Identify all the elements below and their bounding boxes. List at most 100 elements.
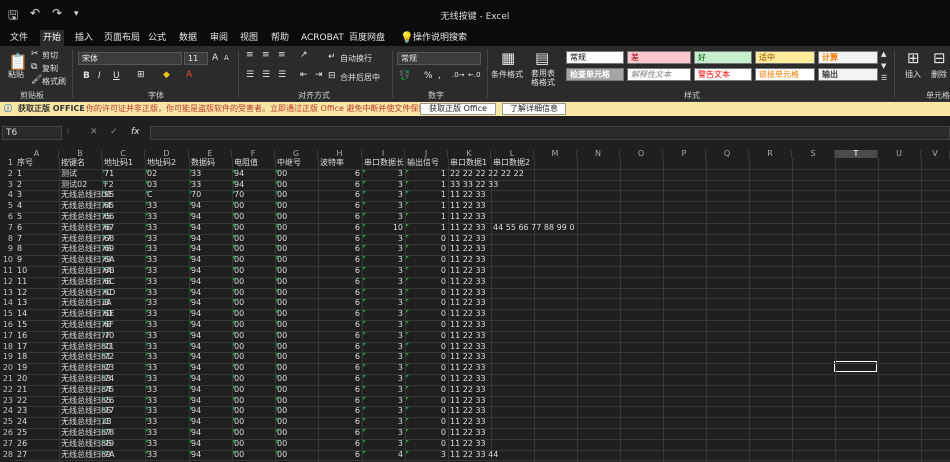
cell-K27[interactable]: 11 22 33 — [450, 439, 486, 450]
cell-J22[interactable]: 0 — [407, 385, 446, 396]
cell-J1[interactable]: 输出信号 — [407, 158, 439, 169]
cell-K12[interactable]: 11 22 33 — [450, 277, 486, 288]
enter-entry-icon[interactable]: ✓ — [110, 127, 118, 137]
style-neutral[interactable]: 适中 — [755, 51, 815, 64]
row-header-15[interactable]: 15 — [0, 309, 14, 320]
tab-home[interactable]: 开始 — [40, 30, 65, 46]
cell-H10[interactable]: 6 — [320, 255, 360, 266]
column-header-A[interactable]: A — [15, 150, 59, 158]
align-bottom-icon[interactable]: ≡ — [278, 50, 286, 60]
row-header-7[interactable]: 7 — [0, 223, 14, 234]
conditional-format-button[interactable]: 条件格式 — [491, 69, 523, 80]
cell-H13[interactable]: 6 — [320, 288, 360, 299]
cell-K20[interactable]: 11 22 33 — [450, 363, 486, 374]
cell-I8[interactable]: 3 — [364, 234, 403, 245]
cell-A10[interactable]: 9 — [17, 255, 22, 266]
cell-A6[interactable]: 5 — [17, 212, 22, 223]
percent-icon[interactable]: % — [424, 71, 433, 81]
currency-icon[interactable]: 💱 — [399, 71, 410, 81]
name-box[interactable]: T6 — [2, 126, 62, 140]
row-header-4[interactable]: 4 — [0, 190, 14, 201]
cell-H19[interactable]: 6 — [320, 352, 360, 363]
row-header-2[interactable]: 2 — [0, 169, 14, 180]
cell-J5[interactable]: 1 — [407, 201, 446, 212]
cell-A16[interactable]: 15 — [17, 320, 27, 331]
cell-I2[interactable]: 3 — [364, 169, 403, 180]
cell-C1[interactable]: 地址码1 — [104, 158, 133, 169]
row-header-10[interactable]: 10 — [0, 255, 14, 266]
cell-H21[interactable]: 6 — [320, 374, 360, 385]
cell-A21[interactable]: 20 — [17, 374, 27, 385]
tab-help[interactable]: 帮助 — [268, 30, 292, 46]
cell-I26[interactable]: 3 — [364, 428, 403, 439]
increase-decimal-icon[interactable]: .0→ — [452, 71, 465, 79]
cell-J16[interactable]: 0 — [407, 320, 446, 331]
row-header-18[interactable]: 18 — [0, 342, 14, 353]
cell-K8[interactable]: 11 22 33 — [450, 234, 486, 245]
cell-K1[interactable]: 串口数据1 — [450, 158, 487, 169]
row-header-17[interactable]: 17 — [0, 331, 14, 342]
column-header-P[interactable]: P — [663, 150, 706, 158]
shrink-font-button[interactable]: A — [224, 54, 229, 62]
cell-I11[interactable]: 3 — [364, 266, 403, 277]
font-color-icon[interactable]: A — [186, 70, 192, 80]
column-header-S[interactable]: S — [792, 150, 835, 158]
cell-K22[interactable]: 11 22 33 — [450, 385, 486, 396]
row-header-21[interactable]: 21 — [0, 374, 14, 385]
cell-H17[interactable]: 6 — [320, 331, 360, 342]
cell-A7[interactable]: 6 — [17, 223, 22, 234]
cell-J11[interactable]: 0 — [407, 266, 446, 277]
font-size-select[interactable]: 11 — [184, 52, 208, 65]
cell-D1[interactable]: 地址码2 — [147, 158, 176, 169]
cell-J23[interactable]: 0 — [407, 396, 446, 407]
cell-I20[interactable]: 3 — [364, 363, 403, 374]
cell-J15[interactable]: 0 — [407, 309, 446, 320]
cell-K28[interactable]: 11 22 33 44 — [450, 450, 498, 461]
cell-A20[interactable]: 19 — [17, 363, 27, 374]
insert-function-button[interactable]: fx — [131, 127, 140, 137]
cell-J13[interactable]: 0 — [407, 288, 446, 299]
column-header-L[interactable]: L — [491, 150, 534, 158]
style-explanatory[interactable]: 解释性文本 — [627, 68, 691, 81]
column-header-O[interactable]: O — [620, 150, 663, 158]
learn-more-button[interactable]: 了解详细信息 — [502, 103, 566, 115]
cell-B1[interactable]: 按键名 — [61, 158, 85, 169]
cell-J12[interactable]: 0 — [407, 277, 446, 288]
column-header-U[interactable]: U — [878, 150, 921, 158]
styles-scroll-down-icon[interactable]: ▼ — [881, 62, 886, 70]
cell-H6[interactable]: 6 — [320, 212, 360, 223]
cell-A3[interactable]: 2 — [17, 180, 22, 191]
cell-J4[interactable]: 1 — [407, 190, 446, 201]
cell-H24[interactable]: 6 — [320, 406, 360, 417]
cell-J27[interactable]: 0 — [407, 439, 446, 450]
cell-K26[interactable]: 11 22 33 — [450, 428, 486, 439]
cell-K10[interactable]: 11 22 33 — [450, 255, 486, 266]
insert-cells-button[interactable]: 插入 — [905, 69, 921, 80]
align-top-icon[interactable]: ≡ — [246, 50, 254, 60]
delete-cells-button[interactable]: 删除 — [931, 69, 947, 80]
column-header-M[interactable]: M — [534, 150, 577, 158]
tab-view[interactable]: 视图 — [237, 30, 261, 46]
row-header-23[interactable]: 23 — [0, 396, 14, 407]
cell-A25[interactable]: 24 — [17, 417, 27, 428]
border-icon[interactable]: ⊞ — [137, 70, 145, 80]
style-linked-cell[interactable]: 链接单元格 — [755, 68, 815, 81]
format-as-table-button[interactable]: 套用表格格式 — [531, 69, 559, 87]
column-header-I[interactable]: I — [362, 150, 405, 158]
style-warning[interactable]: 警告文本 — [694, 68, 752, 81]
column-header-R[interactable]: R — [749, 150, 792, 158]
cell-A24[interactable]: 23 — [17, 406, 27, 417]
font-name-select[interactable]: 宋体 — [78, 52, 182, 65]
cell-J26[interactable]: 0 — [407, 428, 446, 439]
column-header-E[interactable]: E — [189, 150, 232, 158]
orientation-icon[interactable]: ↗ — [300, 50, 308, 60]
cell-I19[interactable]: 3 — [364, 352, 403, 363]
column-header-C[interactable]: C — [102, 150, 145, 158]
row-header-24[interactable]: 24 — [0, 406, 14, 417]
styles-more-icon[interactable]: ☰ — [881, 74, 887, 82]
cell-K4[interactable]: 11 22 33 — [450, 190, 486, 201]
cut-button[interactable]: 剪切 — [42, 50, 58, 61]
row-header-12[interactable]: 12 — [0, 277, 14, 288]
row-header-13[interactable]: 13 — [0, 288, 14, 299]
cell-J20[interactable]: 0 — [407, 363, 446, 374]
